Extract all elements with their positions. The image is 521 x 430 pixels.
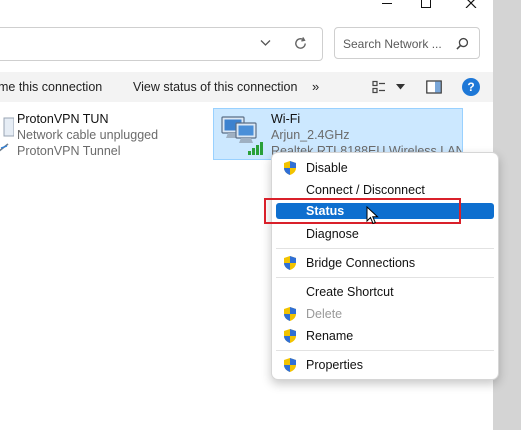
preview-pane-icon[interactable] bbox=[426, 80, 442, 94]
menu-item-label: Connect / Disconnect bbox=[306, 183, 425, 197]
close-button[interactable] bbox=[458, 0, 484, 14]
change-view-icon[interactable] bbox=[372, 80, 386, 94]
rename-connection-command[interactable]: me this connection bbox=[0, 80, 102, 94]
menu-item-delete: Delete bbox=[272, 304, 498, 324]
menu-item-label: Properties bbox=[306, 358, 363, 372]
view-status-command[interactable]: View status of this connection bbox=[133, 80, 297, 94]
menu-item-connect-disconnect[interactable]: Connect / Disconnect bbox=[272, 180, 498, 200]
menu-item-label: Disable bbox=[306, 161, 348, 175]
menu-item-create-shortcut[interactable]: Create Shortcut bbox=[272, 282, 498, 302]
command-bar: me this connection View status of this c… bbox=[0, 72, 493, 102]
view-dropdown-icon[interactable] bbox=[396, 84, 405, 90]
uac-shield-icon bbox=[284, 161, 296, 175]
close-icon bbox=[465, 0, 477, 8]
mouse-cursor-icon bbox=[366, 206, 379, 225]
more-commands-button[interactable]: » bbox=[312, 79, 319, 94]
connection-device: ProtonVPN Tunnel bbox=[17, 144, 121, 158]
connection-name: Wi-Fi bbox=[271, 112, 301, 126]
menu-item-rename[interactable]: Rename bbox=[272, 326, 498, 346]
wifi-adapter-icon bbox=[221, 116, 263, 155]
maximize-button[interactable] bbox=[414, 0, 438, 14]
uac-shield-icon bbox=[284, 256, 296, 270]
uac-shield-icon bbox=[284, 358, 296, 372]
menu-item-bridge-connections[interactable]: Bridge Connections bbox=[272, 253, 498, 273]
search-box[interactable]: Search Network ... bbox=[334, 27, 480, 59]
connection-status: Network cable unplugged bbox=[17, 128, 159, 142]
menu-separator bbox=[276, 248, 494, 249]
menu-separator bbox=[276, 277, 494, 278]
menu-item-label: Create Shortcut bbox=[306, 285, 394, 299]
uac-shield-icon bbox=[284, 329, 296, 343]
search-icon bbox=[456, 37, 469, 50]
connection-name: ProtonVPN TUN bbox=[17, 112, 109, 126]
menu-item-label: Delete bbox=[306, 307, 343, 321]
menu-item-label: Diagnose bbox=[306, 227, 359, 241]
menu-item-disable[interactable]: Disable bbox=[272, 158, 498, 178]
annotation-highlight-box bbox=[264, 198, 461, 224]
search-placeholder: Search Network ... bbox=[343, 37, 442, 51]
minimize-button[interactable] bbox=[374, 0, 400, 14]
menu-item-properties[interactable]: Properties bbox=[272, 355, 498, 375]
menu-item-label: Bridge Connections bbox=[306, 256, 416, 270]
menu-item-diagnose[interactable]: Diagnose bbox=[272, 224, 498, 244]
uac-shield-icon bbox=[284, 307, 296, 321]
connection-item[interactable]: ProtonVPN TUN Network cable unplugged Pr… bbox=[0, 110, 200, 162]
menu-item-label: Rename bbox=[306, 329, 354, 343]
menu-separator bbox=[276, 350, 494, 351]
chevron-down-icon[interactable] bbox=[260, 39, 271, 47]
context-menu: Disable Connect / Disconnect Status Diag… bbox=[271, 152, 499, 380]
refresh-icon[interactable] bbox=[293, 36, 308, 51]
help-button[interactable]: ? bbox=[462, 78, 480, 96]
network-adapter-icon bbox=[0, 117, 14, 152]
connection-status: Arjun_2.4GHz bbox=[271, 128, 350, 142]
address-bar[interactable] bbox=[0, 27, 323, 61]
